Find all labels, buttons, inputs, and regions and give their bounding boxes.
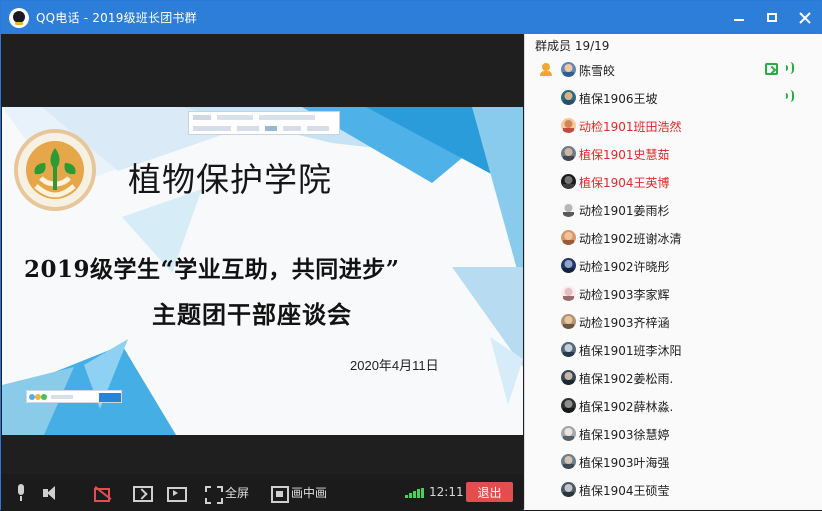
member-name: 植保1902薛林淼.	[579, 400, 674, 414]
member-row[interactable]: 植保1902姜松雨.	[525, 364, 822, 392]
member-row[interactable]: 动检1902许晓彤	[525, 252, 822, 280]
member-avatar	[561, 146, 576, 161]
member-row[interactable]: 动检1902班谢冰清	[525, 224, 822, 252]
member-name: 植保1901班李沐阳	[579, 344, 682, 358]
member-name: 植保1906王坡	[579, 92, 658, 106]
picture-in-picture-label[interactable]: 画中画	[291, 484, 327, 501]
member-avatar	[561, 202, 576, 217]
member-row[interactable]: 植保1901史慧茹	[525, 140, 822, 168]
member-row[interactable]: 动检1901班田浩然	[525, 112, 822, 140]
member-name: 动检1902班谢冰清	[579, 232, 682, 246]
member-row[interactable]: 植保1906王坡	[525, 84, 822, 112]
group-member-panel: 群成员 19/19 陈雪皎 植保1906王坡 动检1901班田浩然 植保1901…	[524, 34, 822, 510]
fullscreen-label[interactable]: 全屏	[225, 484, 249, 501]
member-name: 植保1904王英博	[579, 176, 670, 190]
member-avatar	[561, 286, 576, 301]
slide-date: 2020年4月11日	[350, 358, 439, 373]
member-avatar	[561, 342, 576, 357]
member-row[interactable]: 植保1904王英博	[525, 168, 822, 196]
shared-app-toolbar	[188, 111, 340, 135]
member-avatar	[561, 426, 576, 441]
minimize-button[interactable]	[722, 1, 755, 34]
title-bar[interactable]: QQ电话 - 2019级班长团书群	[1, 1, 821, 34]
member-name: 动检1903齐梓涵	[579, 316, 670, 330]
member-name: 植保1904王硕莹	[579, 484, 670, 498]
speaker-icon[interactable]	[43, 484, 59, 502]
member-avatar	[561, 314, 576, 329]
member-name: 动检1901班田浩然	[579, 120, 682, 134]
member-name: 动检1902许晓彤	[579, 260, 670, 274]
video-share-icon[interactable]	[167, 484, 187, 502]
window-title: QQ电话 - 2019级班长团书群	[36, 11, 197, 25]
member-row[interactable]: 动检1903齐梓涵	[525, 308, 822, 336]
member-name: 动检1903李家辉	[579, 288, 670, 302]
member-name: 植保1903徐慧婷	[579, 428, 670, 442]
call-duration: 12:11	[429, 485, 464, 499]
close-icon	[798, 11, 811, 24]
leave-call-button[interactable]: 退出	[466, 482, 513, 502]
logo-sprout-shape	[34, 148, 76, 198]
member-avatar	[561, 370, 576, 385]
member-avatar	[561, 62, 576, 77]
member-row[interactable]: 动检1901姜雨杉	[525, 196, 822, 224]
qq-penguin-icon	[9, 7, 29, 28]
slide-subheadline: 主题团干部座谈会	[152, 300, 352, 329]
member-row[interactable]: 陈雪皎	[525, 56, 822, 84]
voice-active-icon	[782, 62, 794, 74]
plant-leaf-logo-icon	[14, 129, 96, 211]
maximize-icon	[766, 13, 777, 22]
slide-headline: 2019级学生“学业互助，共同进步”	[24, 256, 400, 283]
fullscreen-icon[interactable]	[205, 484, 223, 504]
member-name: 植保1903叶海强	[579, 456, 670, 470]
member-avatar	[561, 482, 576, 497]
member-name: 陈雪皎	[579, 64, 616, 78]
shared-screen-area[interactable]: 植物保护学院 2019级学生“学业互助，共同进步” 主题团干部座谈会 2020年…	[1, 34, 523, 474]
host-icon	[539, 63, 553, 77]
member-row[interactable]: 植保1903叶海强	[525, 448, 822, 476]
member-row[interactable]: 植保1903徐慧婷	[525, 420, 822, 448]
shared-toolbar-shapes	[193, 115, 329, 131]
minimize-icon	[733, 18, 744, 21]
presentation-slide: 植物保护学院 2019级学生“学业互助，共同进步” 主题团干部座谈会 2020年…	[2, 107, 523, 435]
member-count-header: 群成员 19/19	[535, 38, 610, 53]
maximize-button[interactable]	[755, 1, 788, 34]
member-avatar	[561, 258, 576, 273]
shared-mini-taskbar	[26, 390, 122, 403]
member-avatar	[561, 118, 576, 133]
microphone-icon[interactable]	[15, 483, 27, 502]
picture-in-picture-icon[interactable]	[271, 484, 290, 503]
call-control-bar: 全屏 画中画 12:11 退出	[1, 474, 523, 511]
member-row[interactable]: 植保1902薛林淼.	[525, 392, 822, 420]
member-name: 植保1901史慧茹	[579, 148, 670, 162]
slide-institution-title: 植物保护学院	[128, 160, 332, 199]
camera-off-icon[interactable]	[93, 484, 113, 502]
member-row[interactable]: 植保1901班李沐阳	[525, 336, 822, 364]
screen-sharing-status-icon	[765, 63, 778, 75]
member-name: 动检1901姜雨杉	[579, 204, 670, 218]
member-avatar	[561, 174, 576, 189]
signal-strength-icon	[405, 488, 424, 498]
member-row[interactable]: 动检1903李家辉	[525, 280, 822, 308]
voice-active-icon	[782, 90, 794, 102]
close-button[interactable]	[788, 1, 821, 34]
qq-call-window: QQ电话 - 2019级班长团书群 植物保护学院 2019级学生“学业互助，共同…	[0, 0, 822, 511]
member-avatar	[561, 398, 576, 413]
member-name: 植保1902姜松雨.	[579, 372, 674, 386]
member-avatar	[561, 230, 576, 245]
member-avatar	[561, 90, 576, 105]
window-controls	[722, 1, 821, 34]
member-row[interactable]: 植保1904王硕莹	[525, 476, 822, 504]
mini-taskbar-shapes	[29, 393, 121, 402]
member-avatar	[561, 454, 576, 469]
screen-share-icon[interactable]	[133, 484, 153, 502]
